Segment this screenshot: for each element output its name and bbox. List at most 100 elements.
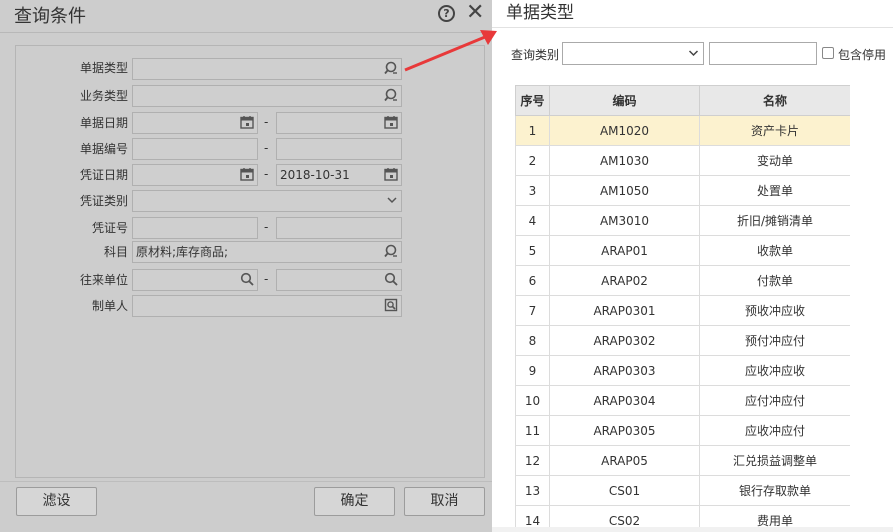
- footer-divider: [0, 481, 492, 482]
- table-body: 1 AM1020 资产卡片 2 AM1030 变动单 3 AM1050 处置单 4 AM3010 折旧…: [515, 115, 850, 532]
- cell-no: 13: [515, 475, 550, 506]
- subject-label: 科目: [103, 245, 128, 259]
- calendar-icon[interactable]: [384, 167, 398, 185]
- cell-code: CS01: [549, 475, 700, 506]
- lookup-search-icon[interactable]: [384, 244, 398, 262]
- doc-date-to-field[interactable]: [276, 112, 402, 134]
- cell-name: 资产卡片: [699, 115, 850, 146]
- doc-no-from-field[interactable]: [132, 138, 258, 160]
- cell-no: 8: [515, 325, 550, 356]
- cell-no: 11: [515, 415, 550, 446]
- table-row[interactable]: 8 ARAP0302 预付冲应付: [515, 325, 850, 356]
- query-keyword-input[interactable]: [709, 42, 817, 65]
- cell-code: AM1050: [549, 175, 700, 206]
- cell-code: ARAP02: [549, 265, 700, 296]
- doc-type-panel: 单据类型 查询类别 包含停用 序号 编码 名称 1 AM1020 资产卡片 2 AM10…: [492, 0, 893, 532]
- calendar-icon[interactable]: [240, 115, 254, 133]
- cell-name: 付款单: [699, 265, 850, 296]
- doc-no-to-field[interactable]: [276, 138, 402, 160]
- include-disabled-label: 包含停用: [838, 48, 887, 62]
- cell-no: 6: [515, 265, 550, 296]
- table-row[interactable]: 1 AM1020 资产卡片: [515, 115, 850, 146]
- query-category-select[interactable]: [562, 42, 704, 65]
- voucher-no-to-field[interactable]: [276, 217, 402, 239]
- maker-field[interactable]: [132, 295, 402, 317]
- include-disabled-checkbox[interactable]: [822, 47, 834, 59]
- subject-field[interactable]: 原材料;库存商品;: [132, 241, 402, 263]
- calendar-icon[interactable]: [240, 167, 254, 185]
- column-header-name[interactable]: 名称: [699, 85, 850, 116]
- dialog-title: 查询条件: [14, 6, 86, 27]
- cell-code: ARAP01: [549, 235, 700, 266]
- cell-code: ARAP0301: [549, 295, 700, 326]
- voucher-date-from-field[interactable]: [132, 164, 258, 186]
- cell-name: 应付冲应付: [699, 385, 850, 416]
- panel-title: 单据类型: [506, 3, 574, 23]
- table-row[interactable]: 2 AM1030 变动单: [515, 145, 850, 176]
- cell-no: 1: [515, 115, 550, 146]
- cell-code: AM1020: [549, 115, 700, 146]
- cell-no: 10: [515, 385, 550, 416]
- range-separator: -: [264, 272, 269, 286]
- cell-no: 12: [515, 445, 550, 476]
- calendar-icon[interactable]: [384, 115, 398, 133]
- doc-type-table-container[interactable]: 序号 编码 名称 1 AM1020 资产卡片 2 AM1030 变动单 3 AM1050 处置单…: [515, 85, 850, 532]
- doc-date-from-field[interactable]: [132, 112, 258, 134]
- doc-type-field[interactable]: [132, 58, 402, 80]
- voucher-no-from-field[interactable]: [132, 217, 258, 239]
- cell-name: 变动单: [699, 145, 850, 176]
- search-icon[interactable]: [384, 272, 398, 290]
- cell-no: 3: [515, 175, 550, 206]
- cell-no: 4: [515, 205, 550, 236]
- partner-label: 往来单位: [79, 273, 128, 287]
- close-icon[interactable]: ✕: [466, 0, 484, 26]
- voucher-date-to-field[interactable]: 2018-10-31: [276, 164, 402, 186]
- cell-name: 折旧/摊销清单: [699, 205, 850, 236]
- chevron-down-icon: [386, 193, 398, 211]
- lookup-search-icon[interactable]: [384, 61, 398, 79]
- cell-name: 汇兑损益调整单: [699, 445, 850, 476]
- cell-name: 预收冲应收: [699, 295, 850, 326]
- partner-to-field[interactable]: [276, 269, 402, 291]
- table-row[interactable]: 6 ARAP02 付款单: [515, 265, 850, 296]
- cell-name: 预付冲应付: [699, 325, 850, 356]
- table-row[interactable]: 7 ARAP0301 预收冲应收: [515, 295, 850, 326]
- cell-no: 9: [515, 355, 550, 386]
- query-dialog: 查询条件 ? ✕ 单据类型 业务类型 单据日期 - 单据编号 - 凭证日期 - …: [0, 0, 492, 532]
- column-header-code[interactable]: 编码: [549, 85, 700, 116]
- person-lookup-icon[interactable]: [384, 298, 398, 316]
- column-header-no[interactable]: 序号: [515, 85, 550, 116]
- table-row[interactable]: 11 ARAP0305 应收冲应付: [515, 415, 850, 446]
- table-row[interactable]: 4 AM3010 折旧/摊销清单: [515, 205, 850, 236]
- table-row[interactable]: 12 ARAP05 汇兑损益调整单: [515, 445, 850, 476]
- search-icon[interactable]: [240, 272, 254, 290]
- subject-value: 原材料;库存商品;: [136, 245, 229, 259]
- biz-type-field[interactable]: [132, 85, 402, 107]
- voucher-category-select[interactable]: [132, 190, 402, 212]
- range-separator: -: [264, 141, 269, 155]
- cell-code: ARAP0302: [549, 325, 700, 356]
- biz-type-label: 业务类型: [79, 89, 128, 103]
- table-row[interactable]: 5 ARAP01 收款单: [515, 235, 850, 266]
- cell-name: 应收冲应付: [699, 415, 850, 446]
- lookup-search-icon[interactable]: [384, 88, 398, 106]
- panel-title-divider: [492, 27, 893, 28]
- partner-from-field[interactable]: [132, 269, 258, 291]
- filter-button[interactable]: 滤设: [16, 487, 97, 516]
- table-row[interactable]: 10 ARAP0304 应付冲应付: [515, 385, 850, 416]
- chevron-down-icon: [688, 46, 699, 63]
- table-row[interactable]: 3 AM1050 处置单: [515, 175, 850, 206]
- cancel-button[interactable]: 取消: [404, 487, 485, 516]
- voucher-date-to-value: 2018-10-31: [280, 168, 350, 182]
- confirm-button[interactable]: 确定: [314, 487, 395, 516]
- cell-name: 应收冲应收: [699, 355, 850, 386]
- table-row[interactable]: 9 ARAP0303 应收冲应收: [515, 355, 850, 386]
- cell-no: 2: [515, 145, 550, 176]
- table-row[interactable]: 13 CS01 银行存取款单: [515, 475, 850, 506]
- maker-label: 制单人: [91, 299, 128, 313]
- range-separator: -: [264, 115, 269, 129]
- doc-type-label: 单据类型: [79, 61, 128, 75]
- help-circle-icon[interactable]: ?: [438, 5, 455, 22]
- range-separator: -: [264, 167, 269, 181]
- voucher-no-label: 凭证号: [91, 221, 128, 235]
